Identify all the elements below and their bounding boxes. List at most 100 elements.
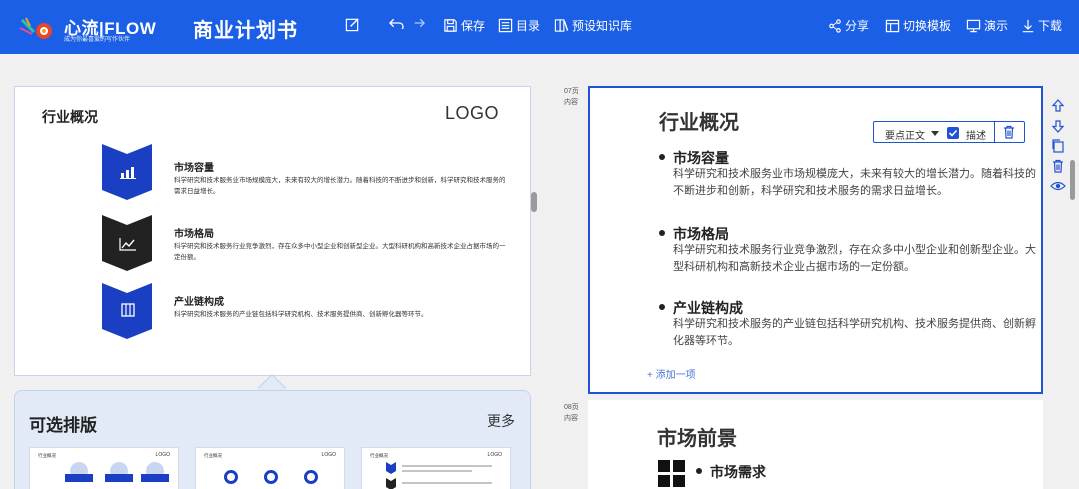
slide-item-title-3[interactable]: 产业链构成 — [673, 298, 743, 318]
copy-icon[interactable] — [1050, 138, 1066, 154]
edit-title-button[interactable] — [345, 17, 360, 32]
chevron-marker-2 — [102, 215, 152, 271]
bar-chart-icon — [119, 164, 137, 180]
knowledge-base-label: 预设知识库 — [572, 19, 633, 33]
description-checkbox[interactable] — [947, 127, 959, 139]
next-slide-item-title[interactable]: 市场需求 — [710, 462, 766, 482]
share-label: 分享 — [845, 19, 870, 33]
layout-options-title: 可选排版 — [29, 416, 97, 435]
flow-logo-icon — [19, 17, 52, 39]
layout-thumb-3[interactable]: 行业概况 LOGO — [361, 447, 511, 489]
style-select[interactable]: 要点正文 — [885, 127, 925, 142]
preview-slide-logo: LOGO — [445, 103, 500, 123]
page-number-8: 08页 内容 — [564, 402, 579, 424]
add-item-button[interactable]: + 添加一项 — [647, 366, 696, 381]
redo-button[interactable] — [410, 17, 425, 29]
slide-item-title-2[interactable]: 市场格局 — [673, 224, 729, 244]
block-toolbar: 要点正文 描述 — [873, 121, 1025, 143]
preview-item-title-3: 产业链构成 — [174, 297, 224, 308]
preview-item-title-1: 市场容量 — [174, 163, 214, 174]
description-label: 描述 — [966, 131, 986, 142]
thumb-logo: LOGO — [487, 452, 502, 458]
eye-icon[interactable] — [1050, 178, 1066, 194]
switch-template-label: 切换模板 — [903, 19, 952, 33]
more-layouts-link[interactable]: 更多 — [487, 411, 515, 431]
preview-item-title-2: 市场格局 — [174, 229, 214, 240]
main-scrollbar[interactable] — [1070, 160, 1075, 200]
page-num: 07页 — [564, 88, 579, 95]
page-label: 内容 — [564, 415, 578, 422]
bullet-dot — [659, 304, 665, 310]
thumb-shape — [224, 470, 238, 484]
layout-thumb-1[interactable]: 行业概况 LOGO — [29, 447, 179, 489]
thumb-title: 行业概况 — [38, 453, 56, 458]
page-num: 08页 — [564, 404, 579, 411]
thumb-shape — [65, 474, 93, 482]
slide-title[interactable]: 行业概况 — [659, 106, 739, 135]
preview-slide-title: 行业概况 — [42, 109, 98, 125]
slide-item-title-1[interactable]: 市场容量 — [673, 148, 729, 168]
document-title[interactable]: 商业计划书 — [193, 14, 298, 43]
next-slide[interactable]: 市场前景 市场需求 — [588, 400, 1043, 489]
thumb-shape — [386, 462, 396, 474]
share-icon — [829, 18, 841, 33]
bullet-dot — [659, 154, 665, 160]
preview-item-text-1: 科学研究和技术服务业市场规模庞大，未来有较大的增长潜力。随着科技的不断进步和创新… — [174, 177, 506, 195]
page-number-7: 07页 内容 — [564, 86, 579, 108]
redo-icon — [414, 18, 425, 28]
slide-item-text-1[interactable]: 科学研究和技术服务业市场规模庞大，未来有较大的增长潜力。随着科技的不断进步和创新… — [673, 166, 1039, 200]
toc-button[interactable]: 目录 — [498, 17, 540, 34]
thumb-logo: LOGO — [155, 452, 170, 458]
list-icon — [498, 18, 513, 33]
chevron-marker-3 — [102, 283, 152, 339]
switch-template-button[interactable]: 切换模板 — [885, 17, 951, 34]
page-label: 内容 — [564, 99, 578, 106]
download-label: 下载 — [1038, 19, 1063, 33]
edit-icon — [345, 18, 359, 32]
grid-icon — [658, 460, 686, 488]
layout-preview-slide[interactable]: 行业概况 LOGO 市场容量 科学研究和技术服务业市场规模庞大，未来有较大的增长… — [14, 86, 531, 376]
present-button[interactable]: 演示 — [966, 17, 1008, 34]
save-button[interactable]: 保存 — [443, 17, 485, 34]
brand-tagline: 成为你最喜爱的写作伙伴 — [64, 37, 131, 43]
chevron-down-icon[interactable] — [931, 131, 939, 136]
download-button[interactable]: 下载 — [1021, 17, 1062, 34]
trash-icon[interactable] — [1001, 124, 1017, 140]
next-slide-title[interactable]: 市场前景 — [657, 422, 737, 451]
undo-icon — [389, 18, 404, 29]
selected-slide[interactable]: 行业概况 要点正文 描述 市场容量 科学研究和技术服务业市场规模庞大，未来有较大… — [588, 86, 1043, 394]
thumb-shape — [402, 482, 492, 484]
layout-options-panel: 可选排版 更多 行业概况 LOGO 行业概况 LOGO 行业概况 LOGO — [14, 390, 531, 489]
grid-cell — [658, 460, 670, 472]
preview-scrollbar[interactable] — [531, 192, 537, 212]
save-icon — [444, 19, 457, 32]
thumb-shape — [386, 478, 396, 489]
thumb-shape — [141, 474, 169, 482]
top-bar: 心流|FLOW 成为你最喜爱的写作伙伴 商业计划书 保存 目录 预设知识库 分享… — [0, 0, 1079, 54]
bullet-dot — [659, 230, 665, 236]
app-logo[interactable]: 心流|FLOW 成为你最喜爱的写作伙伴 — [18, 8, 178, 46]
trash-icon[interactable] — [1050, 158, 1066, 174]
thumb-shape — [304, 470, 318, 484]
save-label: 保存 — [461, 19, 486, 33]
thumb-shape — [402, 465, 492, 467]
preview-item-text-2: 科学研究和技术服务行业竞争激烈，存在众多中小型企业和创新型企业。大型科研机构和高… — [174, 243, 506, 261]
check-icon — [948, 129, 958, 137]
thumb-shape — [402, 470, 472, 472]
slide-item-text-2[interactable]: 科学研究和技术服务行业竞争激烈，存在众多中小型企业和创新型企业。大型科研机构和高… — [673, 242, 1039, 276]
grid-cell — [673, 460, 685, 472]
move-down-icon[interactable] — [1050, 118, 1066, 134]
present-label: 演示 — [984, 19, 1009, 33]
layout-thumb-2[interactable]: 行业概况 LOGO — [195, 447, 345, 489]
monitor-icon — [966, 19, 981, 32]
knowledge-base-button[interactable]: 预设知识库 — [554, 17, 632, 34]
undo-button[interactable] — [389, 17, 404, 29]
download-icon — [1022, 19, 1034, 32]
grid-cell — [658, 475, 670, 487]
share-button[interactable]: 分享 — [828, 17, 869, 34]
thumb-title: 行业概况 — [204, 453, 222, 458]
toolbar-divider — [994, 122, 995, 142]
thumb-shape — [264, 470, 278, 484]
move-up-icon[interactable] — [1050, 98, 1066, 114]
slide-item-text-3[interactable]: 科学研究和技术服务的产业链包括科学研究机构、技术服务提供商、创新孵化器等环节。 — [673, 316, 1039, 350]
